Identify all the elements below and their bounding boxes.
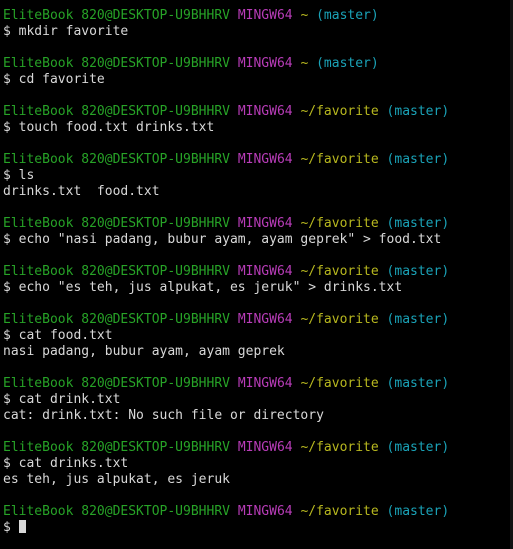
prompt-dollar: $ bbox=[3, 232, 19, 247]
command-line: $ cd favorite bbox=[3, 72, 513, 88]
prompt-user-host: EliteBook 820@DESKTOP-U9BHHRV bbox=[3, 504, 230, 519]
prompt-system: MINGW64 bbox=[237, 152, 293, 167]
prompt-system: MINGW64 bbox=[237, 264, 293, 279]
prompt-user-host: EliteBook 820@DESKTOP-U9BHHRV bbox=[3, 216, 230, 231]
prompt-line: EliteBook 820@DESKTOP-U9BHHRV MINGW64 ~/… bbox=[3, 216, 513, 232]
prompt-path: ~/favorite bbox=[300, 376, 379, 391]
prompt-system: MINGW64 bbox=[237, 8, 293, 23]
prompt-dollar: $ bbox=[3, 280, 19, 295]
prompt-branch: (master) bbox=[386, 104, 450, 119]
command-line: $ touch food.txt drinks.txt bbox=[3, 120, 513, 136]
prompt-dollar: $ bbox=[3, 120, 19, 135]
prompt-line: EliteBook 820@DESKTOP-U9BHHRV MINGW64 ~ … bbox=[3, 8, 513, 24]
command-line: $ mkdir favorite bbox=[3, 24, 513, 40]
cursor bbox=[18, 520, 26, 533]
prompt-branch: (master) bbox=[316, 56, 379, 71]
terminal-content: EliteBook 820@DESKTOP-U9BHHRV MINGW64 ~ … bbox=[3, 8, 513, 536]
command-text: cat drinks.txt bbox=[18, 456, 129, 471]
command-text: echo "nasi padang, bubur ayam, ayam gepr… bbox=[18, 232, 442, 247]
prompt-user-host: EliteBook 820@DESKTOP-U9BHHRV bbox=[3, 312, 230, 327]
prompt-branch: (master) bbox=[386, 504, 450, 519]
command-text: mkdir favorite bbox=[18, 24, 129, 39]
prompt-user-host: EliteBook 820@DESKTOP-U9BHHRV bbox=[3, 440, 230, 455]
prompt-line: EliteBook 820@DESKTOP-U9BHHRV MINGW64 ~/… bbox=[3, 264, 513, 280]
prompt-path: ~/favorite bbox=[300, 312, 379, 327]
prompt-path: ~ bbox=[300, 56, 309, 71]
prompt-system: MINGW64 bbox=[237, 56, 293, 71]
prompt-path: ~ bbox=[300, 8, 309, 23]
prompt-line: EliteBook 820@DESKTOP-U9BHHRV MINGW64 ~/… bbox=[3, 312, 513, 328]
prompt-dollar: $ bbox=[3, 168, 19, 183]
prompt-user-host: EliteBook 820@DESKTOP-U9BHHRV bbox=[3, 152, 230, 167]
command-line: $ echo "nasi padang, bubur ayam, ayam ge… bbox=[3, 232, 513, 248]
prompt-dollar: $ bbox=[3, 456, 19, 471]
command-line: $ ls bbox=[3, 168, 513, 184]
command-text: cd favorite bbox=[18, 72, 105, 87]
output-line: drinks.txt food.txt bbox=[3, 184, 160, 199]
prompt-dollar: $ bbox=[3, 72, 19, 87]
prompt-branch: (master) bbox=[386, 152, 450, 167]
prompt-system: MINGW64 bbox=[237, 376, 293, 391]
prompt-branch: (master) bbox=[316, 8, 379, 23]
prompt-user-host: EliteBook 820@DESKTOP-U9BHHRV bbox=[3, 104, 230, 119]
prompt-user-host: EliteBook 820@DESKTOP-U9BHHRV bbox=[3, 56, 230, 71]
prompt-branch: (master) bbox=[386, 216, 450, 231]
prompt-branch: (master) bbox=[386, 312, 450, 327]
terminal-window[interactable]: EliteBook 820@DESKTOP-U9BHHRV MINGW64 ~ … bbox=[0, 0, 513, 549]
prompt-path: ~/favorite bbox=[300, 152, 379, 167]
prompt-branch: (master) bbox=[386, 440, 450, 455]
prompt-path: ~/favorite bbox=[300, 440, 379, 455]
prompt-system: MINGW64 bbox=[237, 504, 293, 519]
prompt-line: EliteBook 820@DESKTOP-U9BHHRV MINGW64 ~/… bbox=[3, 504, 513, 520]
prompt-user-host: EliteBook 820@DESKTOP-U9BHHRV bbox=[3, 8, 230, 23]
prompt-line: EliteBook 820@DESKTOP-U9BHHRV MINGW64 ~ … bbox=[3, 56, 513, 72]
command-line: $ cat drink.txt bbox=[3, 392, 513, 408]
prompt-system: MINGW64 bbox=[237, 216, 293, 231]
prompt-branch: (master) bbox=[386, 376, 450, 391]
prompt-system: MINGW64 bbox=[237, 440, 293, 455]
output-line: nasi padang, bubur ayam, ayam geprek bbox=[3, 344, 285, 359]
prompt-dollar: $ bbox=[3, 24, 19, 39]
command-text: touch food.txt drinks.txt bbox=[18, 120, 215, 135]
prompt-dollar: $ bbox=[3, 520, 19, 535]
prompt-user-host: EliteBook 820@DESKTOP-U9BHHRV bbox=[3, 376, 230, 391]
prompt-system: MINGW64 bbox=[237, 312, 293, 327]
prompt-path: ~/favorite bbox=[300, 504, 379, 519]
prompt-path: ~/favorite bbox=[300, 216, 379, 231]
command-line: $ cat food.txt bbox=[3, 328, 513, 344]
command-text: cat drink.txt bbox=[18, 392, 121, 407]
output-line: cat: drink.txt: No such file or director… bbox=[3, 408, 324, 423]
prompt-path: ~/favorite bbox=[300, 104, 379, 119]
prompt-user-host: EliteBook 820@DESKTOP-U9BHHRV bbox=[3, 264, 230, 279]
command-text: cat food.txt bbox=[18, 328, 113, 343]
prompt-line: EliteBook 820@DESKTOP-U9BHHRV MINGW64 ~/… bbox=[3, 440, 513, 456]
command-text: ls bbox=[18, 168, 35, 183]
prompt-path: ~/favorite bbox=[300, 264, 379, 279]
prompt-system: MINGW64 bbox=[237, 104, 293, 119]
command-line[interactable]: $ bbox=[3, 520, 513, 536]
prompt-branch: (master) bbox=[386, 264, 450, 279]
prompt-line: EliteBook 820@DESKTOP-U9BHHRV MINGW64 ~/… bbox=[3, 104, 513, 120]
command-text: echo "es teh, jus alpukat, es jeruk" > d… bbox=[18, 280, 403, 295]
command-line: $ cat drinks.txt bbox=[3, 456, 513, 472]
prompt-dollar: $ bbox=[3, 328, 19, 343]
prompt-line: EliteBook 820@DESKTOP-U9BHHRV MINGW64 ~/… bbox=[3, 152, 513, 168]
output-line: es teh, jus alpukat, es jeruk bbox=[3, 472, 230, 487]
prompt-dollar: $ bbox=[3, 392, 19, 407]
prompt-line: EliteBook 820@DESKTOP-U9BHHRV MINGW64 ~/… bbox=[3, 376, 513, 392]
command-line: $ echo "es teh, jus alpukat, es jeruk" >… bbox=[3, 280, 513, 296]
